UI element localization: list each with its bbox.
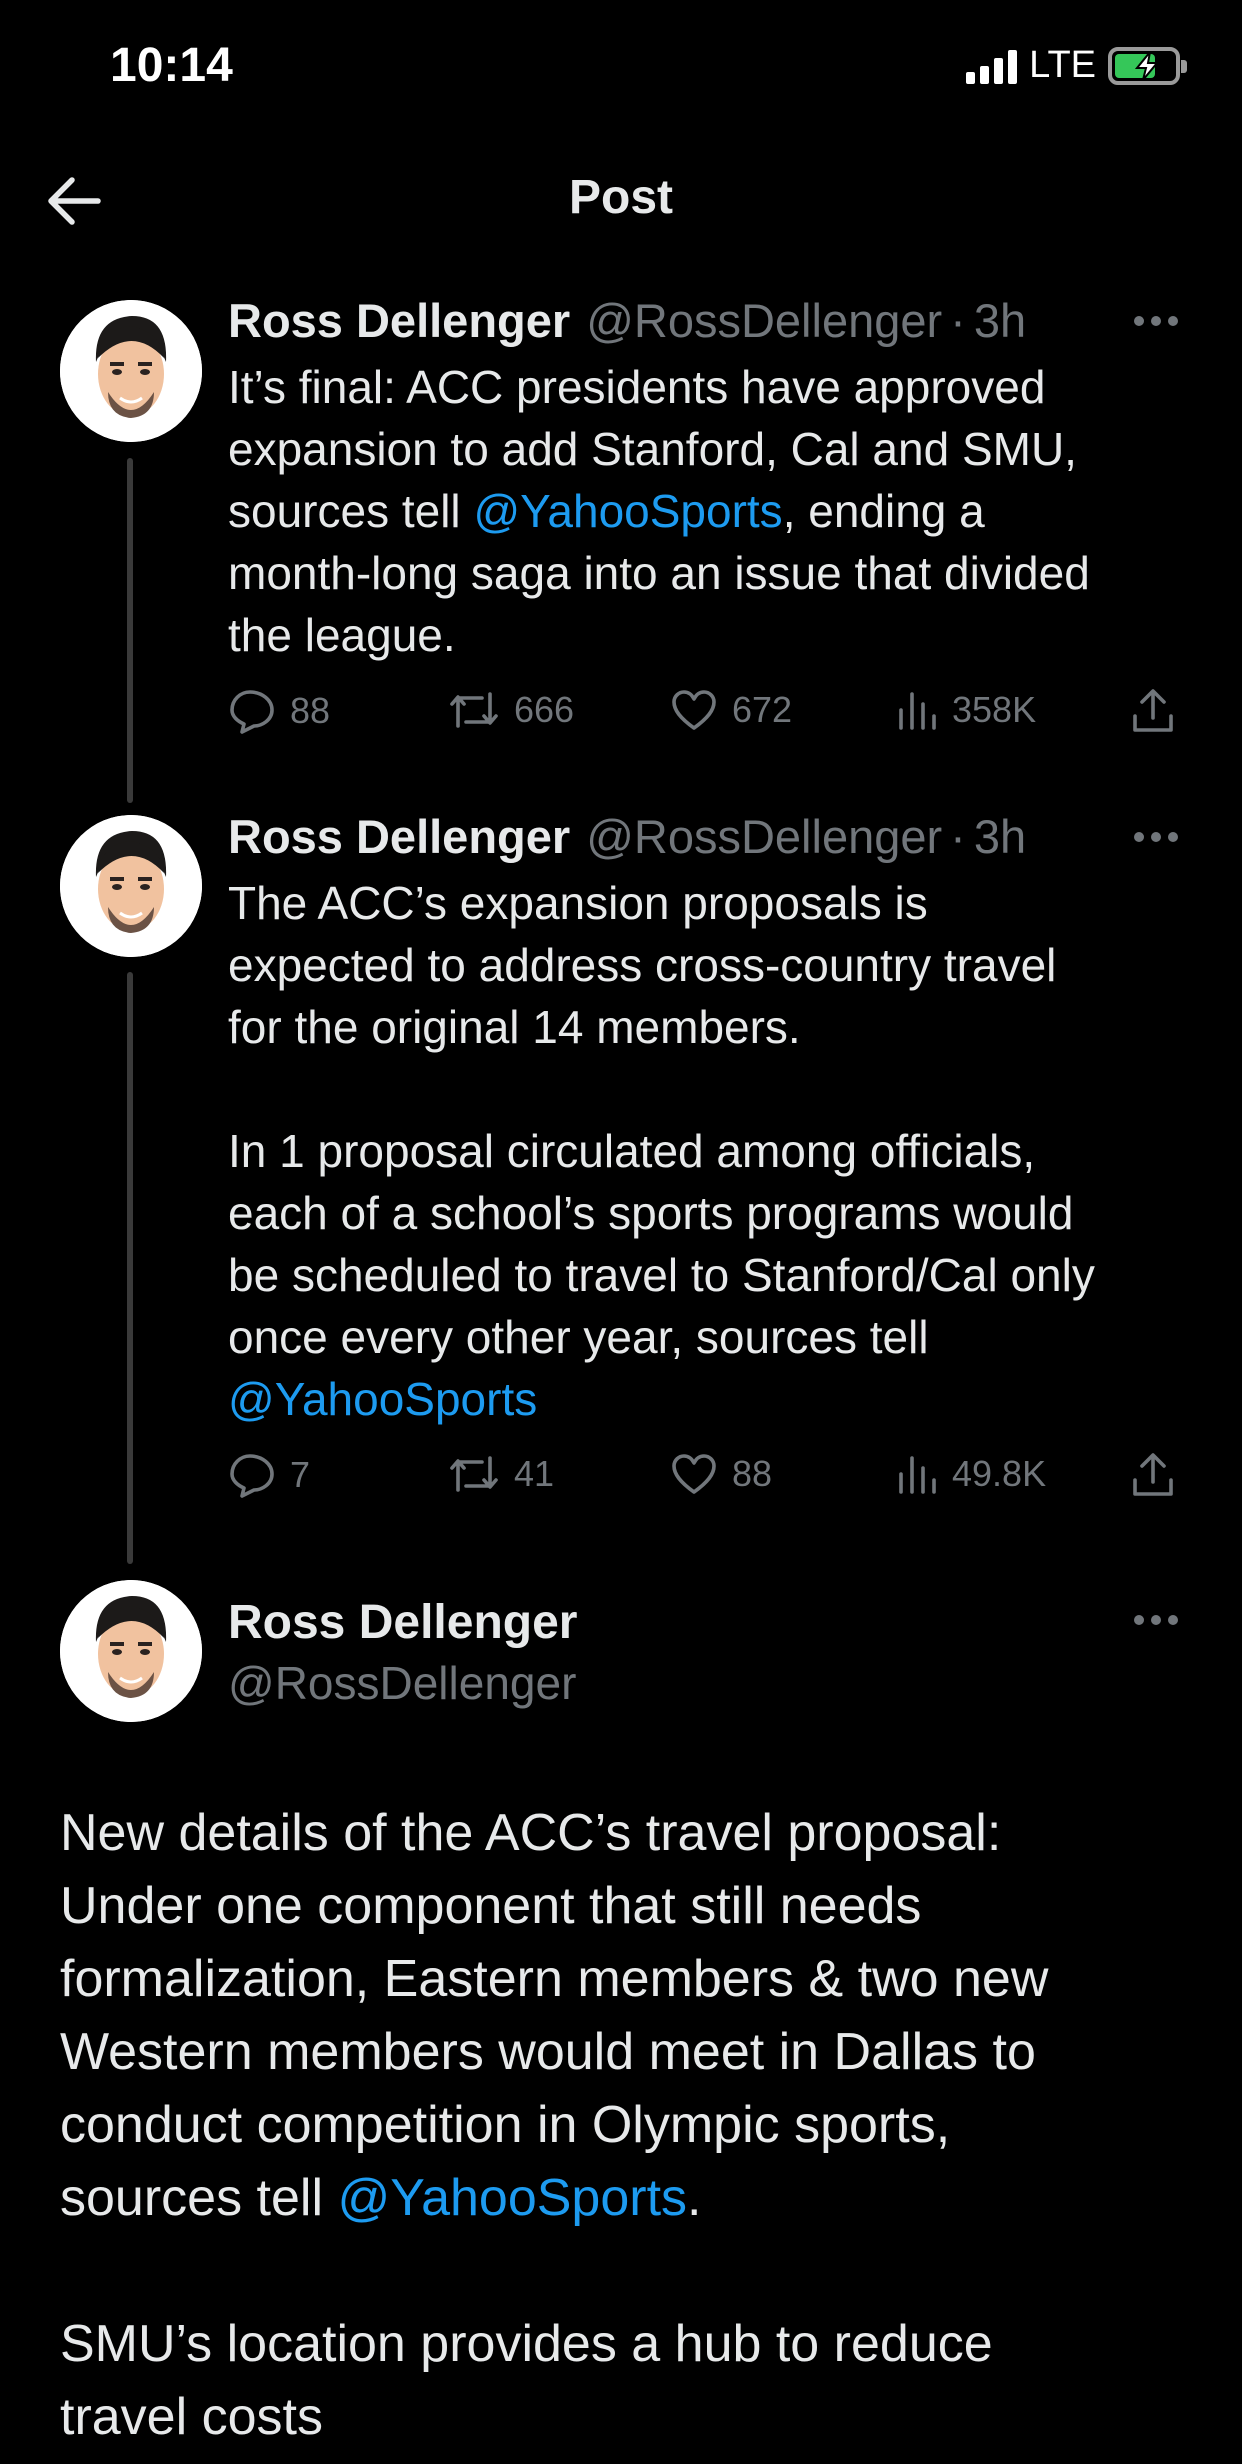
reply-icon — [230, 690, 274, 734]
share-icon — [1133, 689, 1173, 732]
reply-button[interactable]: 7 — [228, 1452, 310, 1498]
avatar[interactable] — [60, 300, 202, 442]
reply-count: 88 — [290, 690, 331, 731]
signal-icon — [966, 48, 1018, 84]
mention-link[interactable]: @YahooSports — [337, 2169, 687, 2227]
separator: · — [950, 810, 966, 863]
post-text: It’s final: ACC presidents have approved… — [228, 356, 1188, 666]
share-button[interactable] — [1130, 688, 1176, 734]
more-options-icon[interactable] — [1134, 316, 1178, 330]
repost-count: 666 — [514, 689, 575, 730]
status-indicators: LTE — [966, 44, 1187, 87]
avatar-illustration — [60, 815, 202, 957]
like-count: 88 — [732, 1453, 773, 1494]
views-icon — [899, 692, 936, 730]
mention-link[interactable]: @YahooSports — [473, 485, 782, 537]
main-post-text: New details of the ACC’s travel proposal… — [60, 1797, 1190, 2454]
mention-link[interactable]: @YahooSports — [228, 1373, 537, 1425]
post-text-part: The ACC’s expansion proposals is expecte… — [228, 877, 1095, 1363]
views-icon — [899, 1456, 936, 1494]
author-handle[interactable]: @RossDellenger — [228, 1656, 576, 1710]
heart-icon — [672, 690, 716, 730]
network-label: LTE — [1029, 44, 1096, 86]
page-title: Post — [568, 171, 673, 224]
post-text: The ACC’s expansion proposals is expecte… — [228, 872, 1188, 1430]
author-name[interactable]: Ross Dellenger — [228, 809, 570, 864]
author-name[interactable]: Ross Dellenger — [228, 293, 570, 348]
avatar-illustration — [60, 1580, 202, 1722]
thread-line — [127, 458, 133, 803]
more-options-icon[interactable] — [1134, 1615, 1178, 1629]
views-count: 49.8K — [952, 1453, 1047, 1494]
heart-icon — [672, 1454, 716, 1494]
avatar[interactable] — [60, 815, 202, 957]
author-handle[interactable]: @RossDellenger — [586, 809, 942, 864]
author-handle[interactable]: @RossDellenger — [586, 293, 942, 348]
share-icon — [1133, 1453, 1173, 1496]
status-time: 10:14 — [110, 39, 233, 92]
post-header: Ross Dellenger @RossDellenger · 3h — [228, 809, 1026, 864]
like-count: 672 — [732, 689, 793, 730]
repost-icon — [450, 692, 498, 728]
views-button[interactable]: 358K — [896, 688, 1036, 732]
views-button[interactable]: 49.8K — [896, 1452, 1046, 1496]
like-button[interactable]: 672 — [670, 688, 792, 732]
post-time[interactable]: 3h — [974, 293, 1026, 348]
reply-icon — [230, 1454, 274, 1498]
post-time[interactable]: 3h — [974, 809, 1026, 864]
separator: · — [950, 294, 966, 347]
author-name[interactable]: Ross Dellenger — [228, 1595, 577, 1650]
post-actions: 7 41 88 49.8K — [228, 1452, 1178, 1502]
views-count: 358K — [952, 689, 1037, 730]
share-button[interactable] — [1130, 1452, 1176, 1498]
post-actions: 88 666 672 358K — [228, 688, 1178, 738]
reply-button[interactable]: 88 — [228, 688, 330, 734]
post-header: Ross Dellenger @RossDellenger · 3h — [228, 293, 1026, 348]
top-bar: Post — [0, 150, 1242, 250]
repost-button[interactable]: 41 — [448, 1452, 554, 1496]
thread-line — [127, 972, 133, 1564]
post-text-part: New details of the ACC’s travel proposal… — [60, 1804, 1049, 2227]
repost-count: 41 — [514, 1453, 555, 1494]
like-button[interactable]: 88 — [670, 1452, 772, 1496]
charging-bolt-icon — [1134, 50, 1160, 81]
battery-icon — [1108, 46, 1187, 85]
reply-count: 7 — [290, 1454, 311, 1495]
avatar[interactable] — [60, 1580, 202, 1722]
repost-icon — [450, 1456, 498, 1492]
more-options-icon[interactable] — [1134, 832, 1178, 846]
avatar-illustration — [60, 300, 202, 442]
repost-button[interactable]: 666 — [448, 688, 574, 732]
